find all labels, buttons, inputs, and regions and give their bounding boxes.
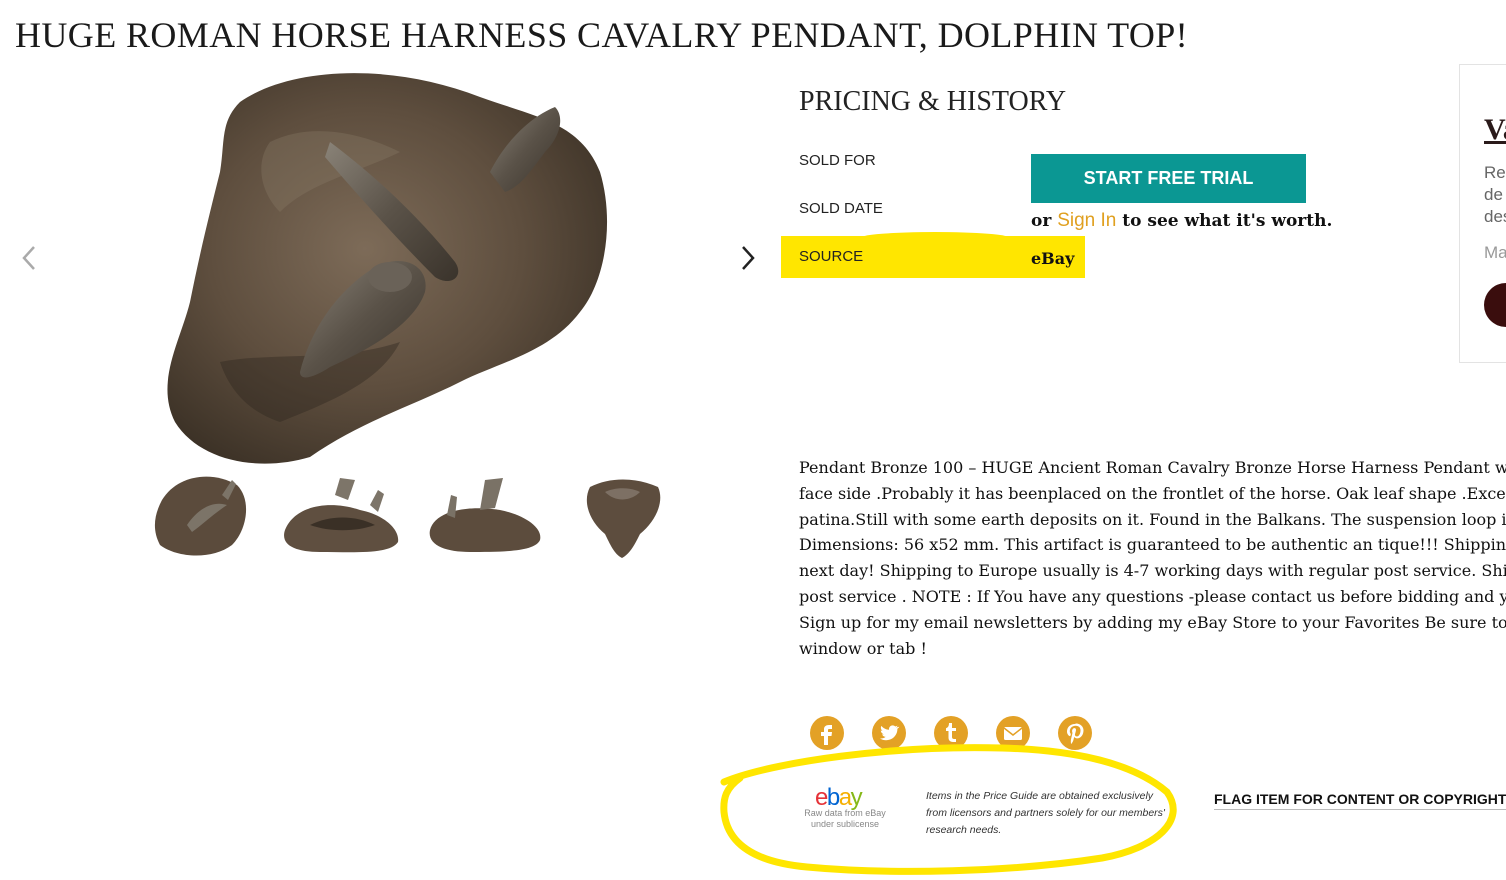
pricing-history-heading: PRICING & HISTORY: [799, 86, 1067, 117]
sold-for-label: SOLD FOR: [799, 152, 876, 169]
item-description: Pendant Bronze 100 – HUGE Ancient Roman …: [799, 455, 1506, 661]
source-highlight-stroke: [860, 232, 1010, 244]
chevron-left-icon: [22, 246, 35, 270]
gallery-prev-button[interactable]: [14, 238, 44, 278]
gallery-next-button[interactable]: [733, 238, 763, 278]
description-line: Dimensions: 56 x52 mm. This artifact is …: [799, 535, 1506, 555]
source-value: eBay: [1031, 249, 1075, 268]
thumbnail-2[interactable]: [280, 470, 405, 560]
sign-in-link[interactable]: Sign In: [1057, 210, 1116, 231]
page-title: HUGE ROMAN HORSE HARNESS CAVALRY PENDANT…: [15, 15, 1189, 55]
description-line: Sign up for my email newsletters by addi…: [799, 612, 1506, 632]
ebay-sublicense-note: Raw data from eBay under sublicense: [790, 808, 900, 830]
side-card-text: Ma: [1484, 243, 1506, 262]
ebay-sub-line-2: under sublicense: [810, 819, 880, 829]
thumbnail-4[interactable]: [580, 472, 665, 560]
start-free-trial-button[interactable]: START FREE TRIAL: [1031, 154, 1306, 203]
flag-item-link[interactable]: FLAG ITEM FOR CONTENT OR COPYRIGHT: [1214, 791, 1506, 810]
chevron-right-icon: [742, 246, 755, 270]
side-promo-card: Va Rec de des Ma: [1459, 64, 1506, 363]
description-line: patina.Still with some earth deposits on…: [799, 509, 1506, 529]
description-line: face side .Probably it has beenplaced on…: [799, 483, 1506, 503]
description-line: post service . NOTE : If You have any qu…: [799, 586, 1506, 606]
side-card-text: Rec: [1484, 163, 1506, 182]
side-card-text: des: [1484, 207, 1506, 226]
worth-text: to see what it's worth.: [1122, 211, 1333, 231]
side-card-text: de: [1484, 185, 1503, 204]
source-label: SOURCE: [799, 248, 864, 265]
thumbnail-3[interactable]: [425, 470, 545, 560]
ebay-sub-line-1: Raw data from eBay: [804, 808, 886, 818]
price-guide-disclaimer: Items in the Price Guide are obtained ex…: [926, 790, 1165, 836]
side-card-button[interactable]: [1484, 283, 1506, 327]
or-text: or: [1031, 211, 1052, 231]
sold-date-label: SOLD DATE: [799, 200, 883, 217]
sign-in-prompt: or Sign In to see what it's worth.: [1031, 210, 1332, 232]
description-line: next day! Shipping to Europe usually is …: [799, 561, 1506, 581]
description-line: window or tab !: [799, 638, 927, 658]
product-main-image[interactable]: [160, 62, 615, 472]
thumbnail-1[interactable]: [152, 470, 252, 560]
description-line: Pendant Bronze 100 – HUGE Ancient Roman …: [799, 458, 1506, 477]
side-card-title: Va: [1484, 113, 1506, 146]
